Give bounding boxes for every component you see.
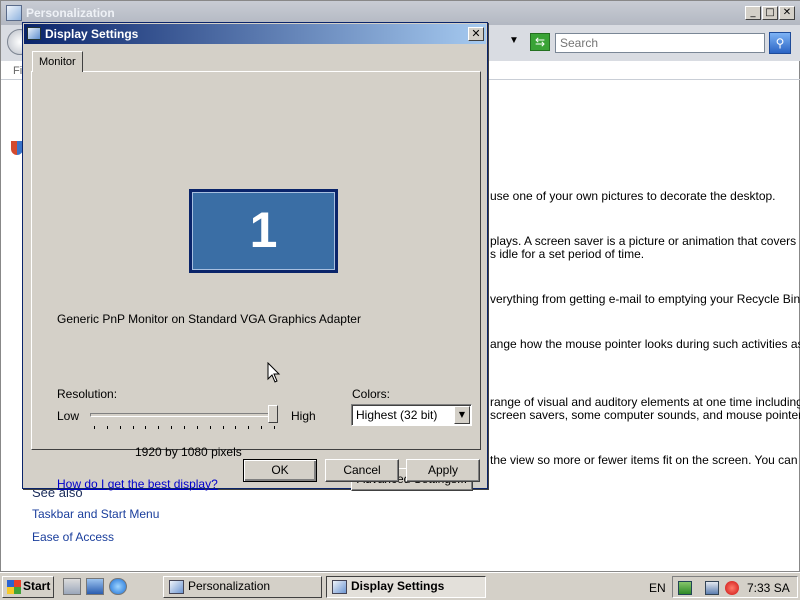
dialog-titlebar[interactable]: Display Settings ✕ bbox=[24, 24, 486, 44]
description-text: s idle for a set period of time. bbox=[490, 247, 645, 261]
apply-button[interactable]: Apply bbox=[406, 459, 480, 482]
resolution-label: Resolution: bbox=[57, 387, 118, 401]
address-dropdown-icon[interactable]: ▼ bbox=[509, 35, 519, 46]
security-center-icon[interactable] bbox=[678, 581, 692, 595]
colors-dropdown[interactable]: Highest (32 bit) ▼ bbox=[351, 404, 472, 426]
monitor-name-label: Generic PnP Monitor on Standard VGA Grap… bbox=[57, 312, 361, 326]
maximize-button[interactable]: □ bbox=[762, 6, 778, 20]
resolution-slider-ticks bbox=[94, 426, 275, 430]
ok-button[interactable]: OK bbox=[243, 459, 317, 482]
minimize-button[interactable]: _ bbox=[745, 6, 761, 20]
refresh-button[interactable]: ⇆ bbox=[530, 33, 550, 51]
menu-bar-fragment[interactable]: Fi bbox=[13, 65, 22, 77]
slider-tick bbox=[133, 426, 134, 429]
slider-tick bbox=[94, 426, 95, 429]
personalization-window-icon bbox=[6, 5, 22, 21]
slider-tick bbox=[223, 426, 224, 429]
slider-tick bbox=[158, 426, 159, 429]
slider-tick bbox=[261, 426, 262, 429]
monitor-preview[interactable]: 1 bbox=[189, 189, 338, 273]
volume-muted-icon[interactable] bbox=[725, 581, 739, 595]
taskbar: Start Personalization Display Settings E… bbox=[0, 572, 800, 600]
monitor-number: 1 bbox=[192, 192, 335, 270]
resolution-low-label: Low bbox=[57, 409, 80, 423]
windows-logo-icon bbox=[7, 580, 21, 594]
tab-monitor[interactable]: Monitor bbox=[32, 51, 83, 72]
slider-tick bbox=[184, 426, 185, 429]
monitor-tab-panel: 1 Generic PnP Monitor on Standard VGA Gr… bbox=[31, 71, 481, 491]
resolution-slider-thumb[interactable] bbox=[268, 405, 278, 423]
start-button[interactable]: Start bbox=[2, 576, 54, 598]
network-icon[interactable] bbox=[705, 581, 719, 595]
slider-tick bbox=[197, 426, 198, 429]
description-text: ange how the mouse pointer looks during … bbox=[490, 337, 800, 351]
dialog-title: Display Settings bbox=[45, 27, 139, 41]
internet-explorer-icon[interactable] bbox=[109, 578, 127, 595]
slider-tick bbox=[248, 426, 249, 429]
slider-tick bbox=[235, 426, 236, 429]
taskbar-item-display-settings[interactable]: Display Settings bbox=[326, 576, 486, 598]
cancel-button[interactable]: Cancel bbox=[325, 459, 399, 482]
task-label: Display Settings bbox=[351, 579, 445, 593]
system-tray: 7:33 SA bbox=[672, 576, 798, 598]
description-text: plays. A screen saver is a picture or an… bbox=[490, 234, 797, 248]
description-text: use one of your own pictures to decorate… bbox=[490, 189, 776, 203]
resolution-value: 1920 by 1080 pixels bbox=[135, 445, 242, 459]
description-text: range of visual and auditory elements at… bbox=[490, 395, 800, 409]
resolution-slider-track[interactable] bbox=[90, 413, 278, 417]
colors-selected-value: Highest (32 bit) bbox=[356, 408, 438, 422]
taskbar-item-personalization[interactable]: Personalization bbox=[163, 576, 322, 598]
dialog-close-button[interactable]: ✕ bbox=[468, 27, 484, 41]
slider-tick bbox=[171, 426, 172, 429]
link-ease-of-access[interactable]: Ease of Access bbox=[32, 530, 114, 544]
description-text: screen savers, some computer sounds, and… bbox=[490, 408, 800, 422]
personalization-icon bbox=[169, 580, 184, 594]
slider-tick bbox=[107, 426, 108, 429]
search-icon[interactable]: ⚲ bbox=[769, 32, 791, 54]
clock[interactable]: 7:33 SA bbox=[747, 581, 790, 595]
explorer-icon[interactable] bbox=[86, 578, 104, 595]
slider-tick bbox=[120, 426, 121, 429]
description-text: the view so more or fewer items fit on t… bbox=[490, 453, 798, 467]
slider-tick bbox=[210, 426, 211, 429]
colors-label: Colors: bbox=[352, 387, 391, 401]
display-settings-dialog: Display Settings ✕ Monitor 1 Generic PnP… bbox=[22, 22, 488, 491]
language-indicator[interactable]: EN bbox=[649, 581, 666, 595]
dropdown-arrow-icon[interactable]: ▼ bbox=[454, 406, 470, 424]
start-label: Start bbox=[23, 579, 51, 593]
slider-tick bbox=[274, 426, 275, 429]
display-settings-icon bbox=[332, 580, 347, 594]
slider-tick bbox=[145, 426, 146, 429]
search-input[interactable] bbox=[555, 33, 765, 53]
display-settings-icon bbox=[27, 27, 41, 40]
description-text: verything from getting e-mail to emptyin… bbox=[490, 292, 800, 306]
help-best-display-link[interactable]: How do I get the best display? bbox=[57, 477, 218, 491]
link-taskbar-start-menu[interactable]: Taskbar and Start Menu bbox=[32, 507, 159, 521]
resolution-high-label: High bbox=[291, 409, 316, 423]
show-desktop-icon[interactable] bbox=[63, 578, 81, 595]
close-button[interactable]: ✕ bbox=[779, 6, 795, 20]
task-label: Personalization bbox=[188, 579, 271, 593]
personalization-title: Personalization bbox=[26, 6, 115, 20]
